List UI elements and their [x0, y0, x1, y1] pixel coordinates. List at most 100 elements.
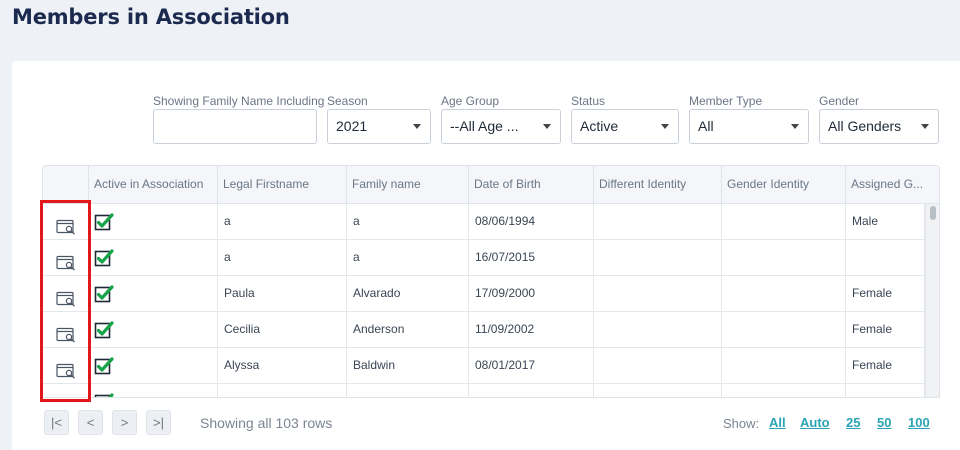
cell-active — [89, 240, 218, 275]
cell-firstname: a — [218, 240, 347, 275]
first-page-button[interactable]: |< — [44, 410, 69, 435]
cell-firstname — [218, 384, 347, 397]
family-name-input[interactable] — [153, 109, 317, 144]
prev-page-button[interactable]: < — [78, 410, 103, 435]
show-50-link[interactable]: 50 — [877, 415, 891, 430]
column-header-different-identity[interactable]: Different Identity — [594, 166, 722, 203]
cell-firstname: Alyssa — [218, 348, 347, 383]
table-row[interactable]: Cecilia Anderson 11/09/2002 Female — [43, 312, 925, 348]
cell-assigned-gender: Female — [846, 276, 925, 311]
table-row[interactable]: a a 08/06/1994 Male — [43, 204, 925, 240]
table-body: a a 08/06/1994 Male a a 16/07/2015 Paula Alvarad… — [43, 204, 939, 397]
cell-different-identity — [594, 348, 722, 383]
green-check-icon — [94, 355, 114, 375]
members-table: Active in Association Legal Firstname Fa… — [42, 165, 940, 398]
show-100-link[interactable]: 100 — [908, 415, 930, 430]
gender-value: All Genders — [828, 118, 902, 134]
status-filter: Status Active — [571, 94, 679, 144]
show-all-link[interactable]: All — [769, 415, 786, 430]
cell-active — [89, 312, 218, 347]
table-row[interactable]: a a 16/07/2015 — [43, 240, 925, 276]
cell-dob: 11/09/2002 — [469, 312, 594, 347]
cell-gender-identity — [722, 384, 846, 397]
chevron-down-icon — [661, 124, 669, 129]
cell-gender-identity — [722, 276, 846, 311]
status-value: Active — [580, 118, 619, 134]
last-page-button[interactable]: >| — [146, 410, 171, 435]
column-header-active[interactable]: Active in Association — [89, 166, 218, 203]
cell-dob: 17/09/2000 — [469, 276, 594, 311]
age-group-value: --All Age ... — [450, 118, 519, 134]
table-header: Active in Association Legal Firstname Fa… — [43, 166, 939, 204]
cell-different-identity — [594, 312, 722, 347]
cell-family-name: Alvarado — [347, 276, 469, 311]
cell-gender-identity — [722, 240, 846, 275]
row-count-info: Showing all 103 rows — [200, 415, 333, 431]
chevron-down-icon — [921, 124, 929, 129]
family-name-filter: Showing Family Name Including — [153, 94, 325, 144]
cell-gender-identity — [722, 312, 846, 347]
scrollbar-thumb[interactable] — [930, 206, 936, 220]
cell-assigned-gender: Female — [846, 348, 925, 383]
gender-select[interactable]: All Genders — [819, 109, 939, 144]
green-check-icon — [94, 283, 114, 303]
member-type-value: All — [698, 118, 714, 134]
age-group-select[interactable]: --All Age ... — [441, 109, 561, 144]
page-title: Members in Association — [12, 5, 290, 29]
status-label: Status — [571, 94, 606, 108]
cell-active — [89, 384, 218, 397]
cell-dob — [469, 384, 594, 397]
member-type-filter: Member Type All — [689, 94, 809, 144]
chevron-down-icon — [413, 124, 421, 129]
cell-assigned-gender: Female — [846, 312, 925, 347]
table-row[interactable] — [43, 384, 925, 397]
cell-assigned-gender — [846, 240, 925, 275]
column-header-dob[interactable]: Date of Birth — [469, 166, 594, 203]
green-check-icon — [94, 319, 114, 339]
cell-active — [89, 204, 218, 239]
cell-different-identity — [594, 384, 722, 397]
cell-gender-identity — [722, 348, 846, 383]
column-header-family-name[interactable]: Family name — [347, 166, 469, 203]
season-filter: Season 2021 — [327, 94, 431, 144]
green-check-icon — [94, 247, 114, 267]
cell-assigned-gender — [846, 384, 925, 397]
season-select[interactable]: 2021 — [327, 109, 431, 144]
highlight-box — [40, 200, 91, 402]
family-name-label: Showing Family Name Including — [153, 94, 325, 108]
cell-assigned-gender: Male — [846, 204, 925, 239]
green-check-icon — [94, 211, 114, 231]
show-auto-link[interactable]: Auto — [800, 415, 830, 430]
vertical-scrollbar[interactable] — [925, 204, 939, 397]
table-row[interactable]: Paula Alvarado 17/09/2000 Female — [43, 276, 925, 312]
show-25-link[interactable]: 25 — [846, 415, 860, 430]
gender-filter: Gender All Genders — [819, 94, 939, 144]
cell-family-name: a — [347, 204, 469, 239]
green-check-icon — [94, 391, 114, 397]
member-type-select[interactable]: All — [689, 109, 809, 144]
cell-different-identity — [594, 204, 722, 239]
season-label: Season — [327, 94, 368, 108]
member-type-label: Member Type — [689, 94, 763, 108]
cell-different-identity — [594, 276, 722, 311]
cell-dob: 16/07/2015 — [469, 240, 594, 275]
column-header-gender-identity[interactable]: Gender Identity — [722, 166, 846, 203]
status-select[interactable]: Active — [571, 109, 679, 144]
cell-gender-identity — [722, 204, 846, 239]
cell-firstname: Cecilia — [218, 312, 347, 347]
cell-family-name: Baldwin — [347, 348, 469, 383]
cell-family-name — [347, 384, 469, 397]
column-header-assigned-gender[interactable]: Assigned G... — [846, 166, 939, 203]
column-header-actions — [43, 166, 89, 203]
cell-firstname: Paula — [218, 276, 347, 311]
cell-active — [89, 276, 218, 311]
cell-family-name: a — [347, 240, 469, 275]
show-label: Show: — [723, 416, 760, 431]
column-header-firstname[interactable]: Legal Firstname — [218, 166, 347, 203]
cell-dob: 08/06/1994 — [469, 204, 594, 239]
table-row[interactable]: Alyssa Baldwin 08/01/2017 Female — [43, 348, 925, 384]
season-value: 2021 — [336, 118, 368, 134]
cell-dob: 08/01/2017 — [469, 348, 594, 383]
age-group-filter: Age Group --All Age ... — [441, 94, 561, 144]
next-page-button[interactable]: > — [112, 410, 137, 435]
